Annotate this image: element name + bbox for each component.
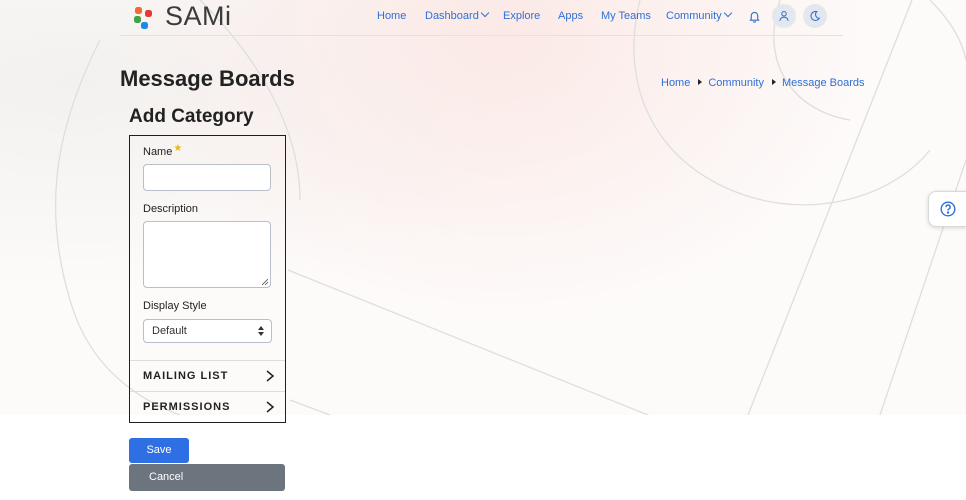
breadcrumb-message-boards[interactable]: Message Boards [782,77,865,89]
display-style-select[interactable]: Default [143,319,272,343]
brand-name[interactable]: SAMi [165,1,232,32]
add-category-heading: Add Category [129,106,254,127]
resize-handle-icon[interactable] [262,279,268,285]
nav-my-teams[interactable]: My Teams [601,10,651,22]
breadcrumb-home[interactable]: Home [661,77,690,89]
nav-apps[interactable]: Apps [558,10,583,22]
nav-explore[interactable]: Explore [503,10,540,22]
name-input[interactable] [143,164,271,191]
chevron-right-icon [266,370,275,382]
page-title: Message Boards [120,66,295,91]
mailing-list-label: MAILING LIST [143,370,229,382]
bell-icon [748,11,760,23]
help-button[interactable] [928,191,966,227]
name-label: Name★ [143,143,183,158]
display-style-label: Display Style [143,300,207,312]
name-label-text: Name [143,146,173,158]
add-category-form: Name★ Description Display Style Default … [129,135,286,423]
chevron-down-icon [480,8,490,18]
description-label: Description [143,203,199,215]
nav-home[interactable]: Home [377,10,406,22]
top-navbar: SAMi Home Dashboard Explore Apps My Team… [120,0,843,36]
sami-logo-icon[interactable] [132,5,156,29]
description-textarea[interactable] [143,221,271,288]
user-icon [779,11,789,21]
help-icon [940,201,956,217]
breadcrumb-community[interactable]: Community [708,77,764,89]
permissions-label: PERMISSIONS [143,401,231,413]
chevron-down-icon [723,8,732,18]
notifications-button[interactable] [742,4,766,28]
mailing-list-panel[interactable]: MAILING LIST [130,360,285,391]
required-star-icon: ★ [173,143,183,154]
permissions-panel[interactable]: PERMISSIONS [130,391,285,422]
nav-community[interactable]: Community [666,8,732,22]
nav-community-label: Community [666,10,722,22]
breadcrumb-separator-icon [771,79,776,85]
chevron-right-icon [266,401,275,413]
theme-toggle-button[interactable] [803,4,827,28]
select-arrows-icon [258,326,264,336]
breadcrumb: Home Community Message Boards [661,77,865,89]
nav-dashboard[interactable]: Dashboard [425,8,490,22]
save-button[interactable]: Save [129,438,189,463]
breadcrumb-separator-icon [698,79,703,85]
display-style-value: Default [152,325,187,337]
cancel-button[interactable]: Cancel [129,464,285,491]
nav-dashboard-label: Dashboard [425,10,479,22]
user-menu-button[interactable] [772,4,796,28]
moon-icon [810,10,821,21]
